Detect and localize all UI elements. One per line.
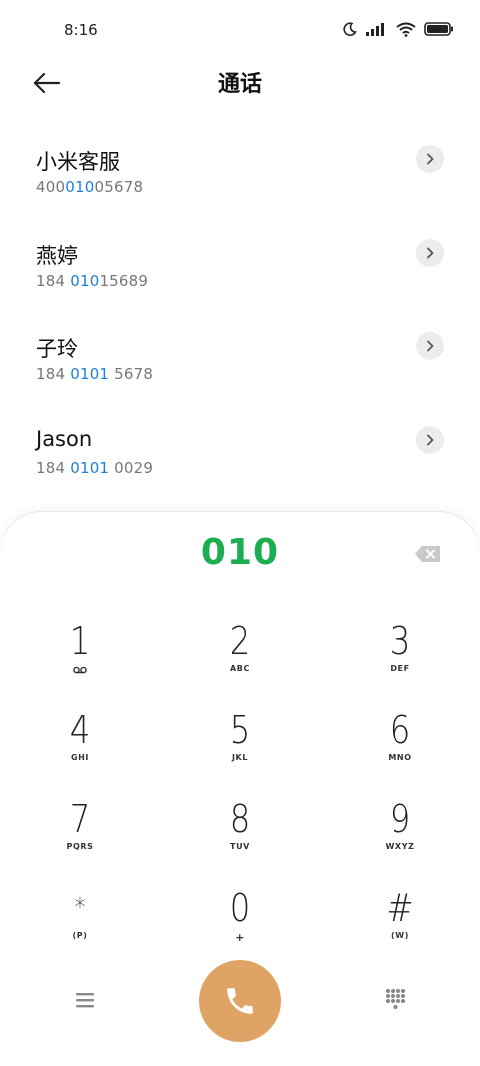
key-7[interactable]: 7 PQRS (20, 798, 140, 878)
chevron-right-icon (427, 153, 434, 165)
chevron-right-icon (427, 340, 434, 352)
key-letters: GHI (70, 753, 90, 762)
contact-details-button[interactable] (416, 145, 444, 173)
key-6[interactable]: 6 MNO (340, 709, 460, 789)
key-digit: 0 (229, 886, 251, 930)
chevron-right-icon (427, 434, 434, 445)
status-bar: 8:16 (0, 0, 480, 62)
key-8[interactable]: 8 TUV (180, 798, 300, 878)
key-digit: 6 (389, 708, 411, 752)
number-match-highlight: 0101 (70, 458, 110, 477)
key-letters: (P) (72, 931, 88, 940)
key-letters: DEF (390, 664, 410, 673)
key-digit: 8 (229, 797, 251, 841)
key-4[interactable]: 4 GHI (20, 709, 140, 789)
backspace-button[interactable] (414, 544, 442, 564)
dialer-bottom-bar (0, 960, 480, 1042)
key-digit: * (74, 893, 86, 923)
contact-row[interactable]: 燕婷 184 01015689 (0, 234, 480, 328)
contact-name: 燕婷 (36, 243, 78, 268)
contact-number: 40001005678 (36, 178, 144, 196)
contact-details-button[interactable] (416, 425, 444, 454)
page-title: 通话 (217, 72, 262, 97)
key-letters: JKL (231, 753, 249, 762)
status-icons (342, 21, 454, 37)
key-digit: 3 (389, 619, 411, 663)
backspace-icon (415, 546, 440, 562)
contact-row[interactable]: 小米客服 40001005678 (0, 140, 480, 234)
contact-number: 184 0101 0029 (36, 458, 154, 477)
key-letters: + (235, 931, 245, 944)
battery-icon (424, 22, 453, 36)
contact-name: 子玲 (36, 337, 78, 361)
voicemail-icon (73, 666, 87, 674)
contact-details-button[interactable] (416, 238, 444, 267)
dial-input[interactable]: 010 (0, 532, 480, 573)
key-digit: 4 (69, 708, 91, 752)
contact-details-button[interactable] (416, 332, 444, 360)
wifi-icon (396, 22, 416, 37)
key-1[interactable]: 1 (20, 620, 140, 700)
key-digit: 7 (69, 797, 91, 841)
dialer-panel: 010 1 2 ABC 3 DEF 4 GHI 5 JKL 6 MNO 7 PQ… (0, 512, 480, 1066)
key-star[interactable]: * (P) (20, 887, 140, 967)
key-letters: PQRS (66, 842, 94, 851)
contact-list: 小米客服 40001005678 燕婷 184 01015689 子玲 184 … (0, 140, 480, 514)
number-match-highlight: 010 (65, 178, 95, 196)
key-digit: 2 (229, 619, 251, 663)
header: 通话 (0, 62, 480, 106)
contact-name: 小米客服 (36, 150, 120, 174)
key-2[interactable]: 2 ABC (180, 620, 300, 700)
status-time: 8:16 (64, 21, 98, 39)
contact-row[interactable]: 子玲 184 0101 5678 (0, 327, 480, 421)
dialpad-icon (386, 989, 405, 1009)
key-hash[interactable]: # (W) (340, 887, 460, 967)
contact-number: 184 0101 5678 (36, 365, 154, 383)
signal-icon (366, 23, 384, 36)
phone-icon (227, 988, 253, 1014)
number-match-highlight: 0101 (70, 365, 110, 383)
contact-row[interactable]: Jason 184 0101 0029 (0, 421, 480, 515)
key-5[interactable]: 5 JKL (180, 709, 300, 789)
contact-name: Jason (36, 426, 93, 451)
key-digit: # (386, 886, 414, 930)
key-letters: TUV (230, 842, 250, 851)
key-letters: ABC (230, 664, 250, 673)
chevron-right-icon (427, 247, 434, 258)
key-letters: MNO (388, 753, 412, 762)
key-digit: 1 (69, 619, 91, 663)
contact-number: 184 01015689 (36, 271, 149, 290)
key-9[interactable]: 9 WXYZ (340, 798, 460, 878)
key-digit: 9 (389, 797, 411, 841)
key-digit: 5 (229, 708, 251, 752)
moon-icon (343, 22, 357, 36)
key-0[interactable]: 0 + (180, 887, 300, 967)
number-match-highlight: 010 (70, 271, 100, 290)
keypad-toggle-button[interactable] (385, 988, 405, 1012)
menu-button[interactable] (74, 990, 96, 1010)
key-3[interactable]: 3 DEF (340, 620, 460, 700)
menu-icon (76, 993, 94, 1008)
key-letters: (W) (391, 931, 409, 940)
call-button[interactable] (199, 960, 281, 1042)
key-letters: WXYZ (385, 842, 415, 851)
